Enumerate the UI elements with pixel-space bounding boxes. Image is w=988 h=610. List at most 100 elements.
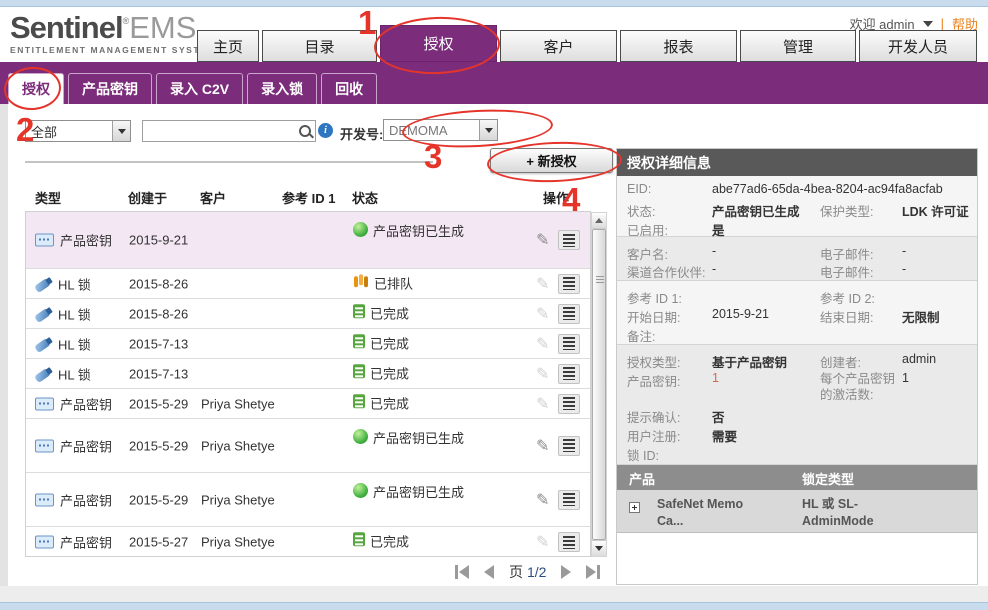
row-status: 产品密钥已生成 (373, 481, 471, 504)
left-gutter (0, 104, 8, 586)
creator-label: 创建者: (820, 352, 861, 371)
actions-menu-icon[interactable] (558, 274, 580, 294)
first-page-icon[interactable] (455, 565, 469, 579)
table-scrollbar[interactable] (591, 212, 607, 557)
actions-menu-icon[interactable] (558, 532, 580, 552)
completed-icon (353, 334, 365, 348)
table-row[interactable]: 产品密钥 2015-5-29 Priya Shetye 产品密钥已生成 ✎ (26, 419, 590, 473)
lock-id-label: 锁 ID: (627, 445, 659, 464)
eid-label: EID: (627, 182, 651, 196)
subtab-checkin-c2v[interactable]: 录入 C2V (156, 73, 243, 104)
product-name: SafeNet Memo Ca... (657, 496, 772, 530)
actions-menu-icon[interactable] (558, 364, 580, 384)
col-header-ref-id: 参考 ID 1 (282, 188, 335, 207)
product-lock-type: HL 或 SL-AdminMode (802, 496, 917, 530)
row-created: 2015-7-13 (129, 366, 188, 381)
product-keys-value[interactable]: 1 (712, 371, 719, 385)
type-filter-value: 全部 (26, 122, 112, 141)
row-status: 产品密钥已生成 (373, 427, 471, 450)
entitlements-table: 产品密钥 2015-9-21 产品密钥已生成 ✎ HL 锁 2015-8-26 … (25, 211, 591, 557)
scroll-down-icon[interactable] (592, 540, 606, 556)
customer-name-label: 客户名: (627, 244, 668, 263)
protection-type-label: 保护类型: (820, 201, 873, 220)
entitlement-type-label: 授权类型: (627, 352, 680, 371)
nav-tab-administration[interactable]: 管理 (740, 30, 856, 62)
protection-type-value: LDK 许可证 (902, 201, 969, 220)
product-key-icon (35, 536, 54, 549)
annotation-step-4: 4 (562, 183, 580, 216)
row-type: HL 锁 (58, 334, 91, 353)
product-key-icon (35, 234, 54, 247)
expand-plus-icon[interactable] (629, 502, 640, 513)
type-filter-select[interactable]: 全部 (25, 120, 131, 142)
key-generated-icon (353, 222, 368, 237)
col-header-customer: 客户 (200, 188, 226, 207)
hl-lock-icon (34, 337, 51, 352)
ref-id1-label: 参考 ID 1: (627, 288, 682, 307)
actions-menu-icon[interactable] (558, 490, 580, 510)
table-row[interactable]: HL 锁 2015-7-13 已完成 ✎ (26, 359, 590, 389)
annotation-step-3: 3 (424, 140, 442, 173)
activations-per-key-label: 每个产品密钥 的激活数: (820, 371, 908, 404)
actions-menu-icon[interactable] (558, 334, 580, 354)
customer-name-value: - (712, 244, 716, 258)
activations-per-key-value: 1 (902, 371, 909, 385)
nav-tab-entitlements[interactable]: 授权 (380, 25, 497, 62)
info-icon[interactable]: i (318, 123, 333, 138)
enabled-value: 是 (712, 220, 725, 239)
nav-tab-reports[interactable]: 报表 (620, 30, 737, 62)
search-input[interactable] (142, 120, 295, 142)
previous-page-icon[interactable] (484, 565, 494, 579)
col-header-status: 状态 (352, 188, 378, 207)
subtab-entitlements[interactable]: 授权 (8, 73, 64, 104)
edit-icon[interactable]: ✎ (536, 438, 549, 454)
developer-chevron-down-icon[interactable] (479, 120, 497, 140)
subtab-checkin-lock[interactable]: 录入锁 (247, 73, 317, 104)
edit-icon[interactable]: ✎ (536, 232, 549, 248)
table-row[interactable]: 产品密钥 2015-9-21 产品密钥已生成 ✎ (26, 212, 590, 269)
page-value: 1/2 (527, 564, 546, 580)
actions-menu-icon[interactable] (558, 394, 580, 414)
new-entitlement-button[interactable]: + 新授权 (490, 148, 613, 173)
scroll-up-icon[interactable] (592, 213, 606, 229)
main-nav: 主页 目录 授权 客户 报表 管理 开发人员 (197, 25, 977, 62)
nav-tab-customers[interactable]: 客户 (500, 30, 617, 62)
subtab-product-keys[interactable]: 产品密钥 (68, 73, 152, 104)
subtab-revoke[interactable]: 回收 (321, 73, 377, 104)
type-filter-chevron-down-icon[interactable] (112, 121, 130, 141)
entitlement-details-panel: 授权详细信息 EID: abe77ad6-65da-4bea-8204-ac94… (616, 148, 978, 585)
row-status: 产品密钥已生成 (373, 220, 471, 243)
table-row[interactable]: HL 锁 2015-7-13 已完成 ✎ (26, 329, 590, 359)
next-page-icon[interactable] (561, 565, 571, 579)
nav-tab-home[interactable]: 主页 (197, 30, 259, 62)
row-created: 2015-5-29 (129, 492, 188, 507)
channel-partner-label: 渠道合作伙伴: (627, 262, 705, 281)
edit-icon[interactable]: ✎ (536, 492, 549, 508)
edit-icon: ✎ (536, 534, 549, 550)
last-page-icon[interactable] (586, 565, 600, 579)
nav-tab-developers[interactable]: 开发人员 (859, 30, 977, 62)
row-created: 2015-5-27 (129, 535, 188, 550)
page-label: 页 (509, 562, 523, 582)
row-status: 已完成 (370, 362, 468, 385)
eid-value: abe77ad6-65da-4bea-8204-ac94fa8acfab (712, 182, 943, 196)
table-row[interactable]: 产品密钥 2015-5-27 Priya Shetye 已完成 ✎ (26, 527, 590, 557)
table-row[interactable]: 产品密钥 2015-5-29 Priya Shetye 已完成 ✎ (26, 389, 590, 419)
scrollbar-thumb[interactable] (592, 229, 606, 540)
actions-menu-icon[interactable] (558, 436, 580, 456)
edit-icon: ✎ (536, 336, 549, 352)
search-button[interactable] (294, 120, 316, 142)
key-generated-icon (353, 483, 368, 498)
product-row[interactable]: SafeNet Memo Ca... HL 或 SL-AdminMode (617, 490, 977, 533)
row-type: HL 锁 (58, 304, 91, 323)
table-row[interactable]: 产品密钥 2015-5-29 Priya Shetye 产品密钥已生成 ✎ (26, 473, 590, 527)
table-row[interactable]: HL 锁 2015-8-26 已完成 ✎ (26, 299, 590, 329)
actions-menu-icon[interactable] (558, 230, 580, 250)
completed-icon (353, 304, 365, 318)
products-table-header: 产品 锁定类型 (617, 465, 977, 490)
table-row[interactable]: HL 锁 2015-8-26 已排队 ✎ (26, 269, 590, 299)
product-key-icon (35, 439, 54, 452)
row-created: 2015-9-21 (129, 233, 188, 248)
actions-menu-icon[interactable] (558, 304, 580, 324)
completed-icon (353, 364, 365, 378)
